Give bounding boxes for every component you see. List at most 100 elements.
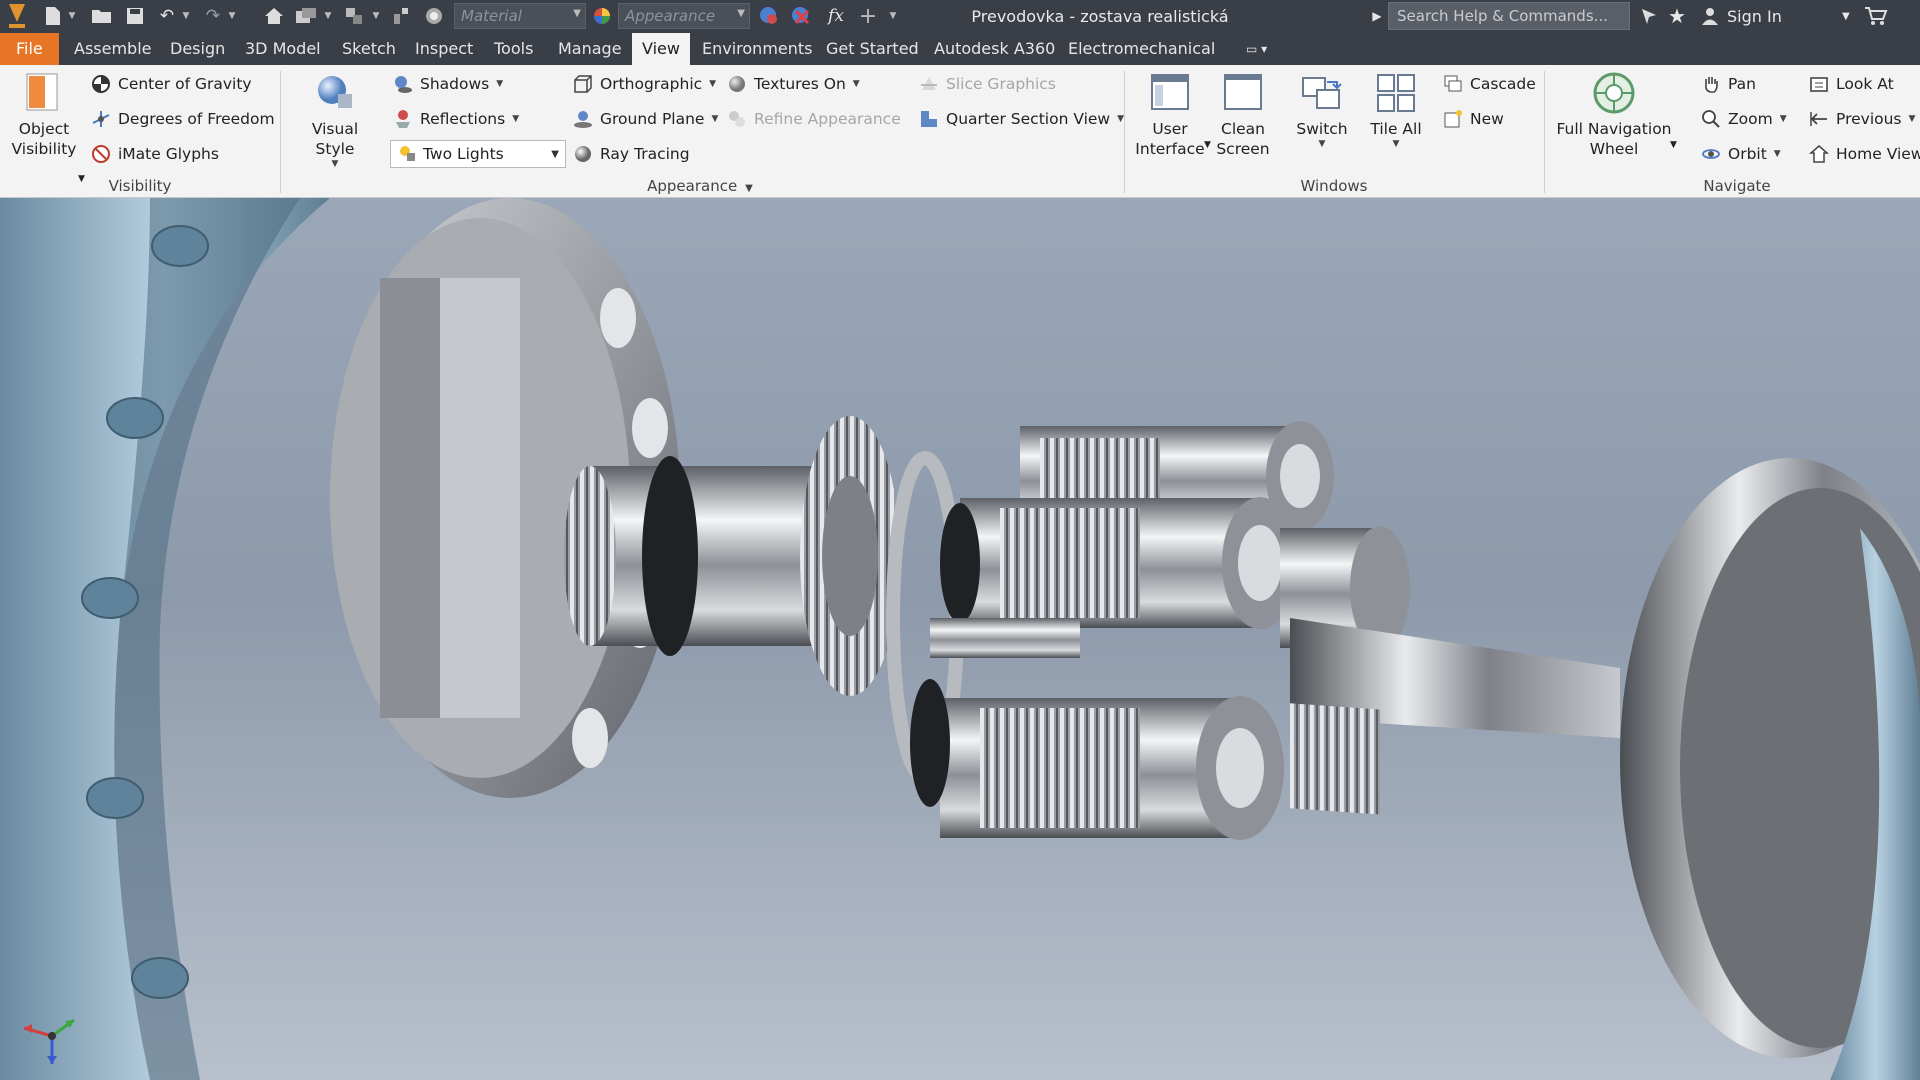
chevron-down-icon: ▼ bbox=[1908, 114, 1916, 124]
full-navigation-wheel-button[interactable]: Full Navigation Wheel bbox=[1554, 71, 1674, 159]
plus-icon[interactable]: + bbox=[858, 3, 878, 29]
chevron-right-icon[interactable]: ▶ bbox=[1370, 3, 1384, 29]
material-combo[interactable]: Material ▼ bbox=[454, 3, 586, 29]
shadows-icon bbox=[392, 73, 414, 95]
textures-on-button[interactable]: Textures On ▼ bbox=[726, 70, 860, 98]
tab-design[interactable]: Design bbox=[160, 33, 235, 65]
look-at-button[interactable]: Look At bbox=[1808, 70, 1894, 98]
title-bar: ▼ ↶ ▼ ↷ ▼ ▼ ▼ Material ▼ Appearance ▼ fx… bbox=[0, 0, 1920, 33]
graphics-viewport[interactable] bbox=[0, 198, 1920, 1080]
ground-plane-button[interactable]: Ground Plane ▼ bbox=[572, 105, 718, 133]
search-input[interactable]: Search Help & Commands... bbox=[1388, 2, 1630, 30]
clean-screen-button[interactable]: Clean Screen bbox=[1208, 71, 1278, 159]
center-of-gravity-button[interactable]: Center of Gravity bbox=[90, 70, 252, 98]
undo-icon[interactable]: ↶ bbox=[156, 3, 178, 29]
object-visibility-label-2: Visibility bbox=[11, 140, 77, 158]
appearance-group-label[interactable]: Appearance ▼ bbox=[600, 177, 800, 197]
orthographic-button[interactable]: Orthographic ▼ bbox=[572, 70, 716, 98]
user-interface-label-2: Interface bbox=[1135, 140, 1205, 158]
parameters-icon[interactable]: fx bbox=[824, 3, 848, 29]
switch-window-button[interactable]: Switch ▼ bbox=[1290, 71, 1354, 149]
panel-toggle-icon[interactable]: ▭ ▾ bbox=[1236, 33, 1277, 65]
textures-icon bbox=[726, 73, 748, 95]
sign-in-link[interactable]: Sign In bbox=[1727, 4, 1782, 28]
clean-screen-icon bbox=[1221, 71, 1265, 115]
tab-inspect[interactable]: Inspect bbox=[405, 33, 483, 65]
tab-view[interactable]: View bbox=[632, 33, 690, 65]
select-icon[interactable] bbox=[342, 3, 366, 29]
appearance-combo-text: Appearance bbox=[625, 7, 716, 25]
home-view-button[interactable]: Home View bbox=[1808, 140, 1920, 168]
chevron-down-icon: ▼ bbox=[711, 114, 719, 124]
app-logo-icon[interactable] bbox=[4, 3, 30, 29]
cascade-button[interactable]: Cascade bbox=[1442, 70, 1536, 98]
save-icon[interactable] bbox=[124, 3, 146, 29]
object-visibility-button[interactable]: Object Visibility bbox=[8, 71, 80, 159]
update-icon[interactable] bbox=[294, 3, 318, 29]
tab-get-started[interactable]: Get Started bbox=[816, 33, 929, 65]
new-dropdown-icon[interactable]: ▼ bbox=[66, 3, 78, 29]
cart-icon[interactable] bbox=[1864, 4, 1888, 28]
ray-tracing-label: Ray Tracing bbox=[600, 145, 690, 163]
star-icon[interactable]: ★ bbox=[1668, 4, 1686, 28]
measure-icon[interactable] bbox=[390, 3, 414, 29]
quarter-section-view-icon bbox=[918, 108, 940, 130]
redo-icon[interactable]: ↷ bbox=[202, 3, 224, 29]
tab-electromechanical[interactable]: Electromechanical bbox=[1058, 33, 1225, 65]
imate-glyphs-button[interactable]: iMate Glyphs bbox=[90, 140, 219, 168]
material-combo-text: Material bbox=[461, 7, 522, 25]
visual-style-button[interactable]: Visual Style ▼ bbox=[290, 71, 380, 169]
refine-appearance-button[interactable]: Refine Appearance bbox=[726, 105, 901, 133]
navigation-wheel-dropdown-icon[interactable]: ▼ bbox=[1670, 131, 1677, 159]
tab-environments[interactable]: Environments bbox=[692, 33, 823, 65]
tab-autodesk-a360[interactable]: Autodesk A360 bbox=[924, 33, 1065, 65]
appearance-combo[interactable]: Appearance ▼ bbox=[618, 3, 750, 29]
customize-dropdown-icon[interactable]: ▼ bbox=[886, 3, 900, 29]
new-file-icon[interactable] bbox=[42, 3, 64, 29]
degrees-of-freedom-button[interactable]: Degrees of Freedom bbox=[90, 105, 275, 133]
sign-in-dropdown-icon[interactable]: ▼ bbox=[1842, 4, 1850, 28]
undo-dropdown-icon[interactable]: ▼ bbox=[180, 3, 192, 29]
refine-appearance-label: Refine Appearance bbox=[754, 110, 901, 128]
tab-sketch[interactable]: Sketch bbox=[332, 33, 406, 65]
visual-style-icon bbox=[313, 71, 357, 115]
home-icon[interactable] bbox=[262, 3, 286, 29]
slice-graphics-label: Slice Graphics bbox=[946, 75, 1056, 93]
quarter-section-view-button[interactable]: Quarter Section View ▼ bbox=[918, 105, 1124, 133]
appearance-sphere-icon[interactable] bbox=[590, 3, 614, 29]
tab-file[interactable]: File bbox=[0, 33, 59, 65]
shadows-button[interactable]: Shadows ▼ bbox=[392, 70, 503, 98]
clear-appearance-icon[interactable] bbox=[788, 3, 814, 29]
zoom-button[interactable]: Zoom ▼ bbox=[1700, 105, 1787, 133]
user-icon[interactable] bbox=[1700, 4, 1720, 28]
orthographic-label: Orthographic bbox=[600, 75, 703, 93]
user-interface-button[interactable]: User Interface bbox=[1134, 71, 1206, 159]
tab-3d-model[interactable]: 3D Model bbox=[235, 33, 331, 65]
comm-center-icon[interactable] bbox=[1638, 4, 1660, 28]
slice-graphics-button[interactable]: Slice Graphics bbox=[918, 70, 1056, 98]
color-globe-icon[interactable] bbox=[422, 3, 446, 29]
ray-tracing-button[interactable]: Ray Tracing bbox=[572, 140, 690, 168]
tab-tools[interactable]: Tools bbox=[484, 33, 543, 65]
tile-all-button[interactable]: Tile All ▼ bbox=[1364, 71, 1428, 149]
adjust-appearance-icon[interactable] bbox=[756, 3, 782, 29]
pan-button[interactable]: Pan bbox=[1700, 70, 1756, 98]
open-folder-icon[interactable] bbox=[90, 3, 114, 29]
gearbox-assembly-model[interactable] bbox=[0, 198, 1920, 1080]
tile-all-label: Tile All bbox=[1370, 120, 1422, 138]
reflections-button[interactable]: Reflections ▼ bbox=[392, 105, 519, 133]
orbit-label: Orbit bbox=[1728, 145, 1767, 163]
tab-manage[interactable]: Manage bbox=[548, 33, 632, 65]
previous-view-button[interactable]: Previous ▼ bbox=[1808, 105, 1915, 133]
navigate-group-label: Navigate bbox=[1703, 177, 1771, 195]
new-window-button[interactable]: New bbox=[1442, 105, 1504, 133]
lighting-style-select[interactable]: Two Lights ▼ bbox=[390, 140, 566, 168]
select-dropdown-icon[interactable]: ▼ bbox=[370, 3, 382, 29]
redo-dropdown-icon[interactable]: ▼ bbox=[226, 3, 238, 29]
update-dropdown-icon[interactable]: ▼ bbox=[322, 3, 334, 29]
tab-assemble[interactable]: Assemble bbox=[64, 33, 162, 65]
lighting-icon bbox=[397, 143, 419, 165]
slice-graphics-icon bbox=[918, 73, 940, 95]
chevron-down-icon: ▼ bbox=[1117, 114, 1125, 124]
orbit-button[interactable]: Orbit ▼ bbox=[1700, 140, 1781, 168]
